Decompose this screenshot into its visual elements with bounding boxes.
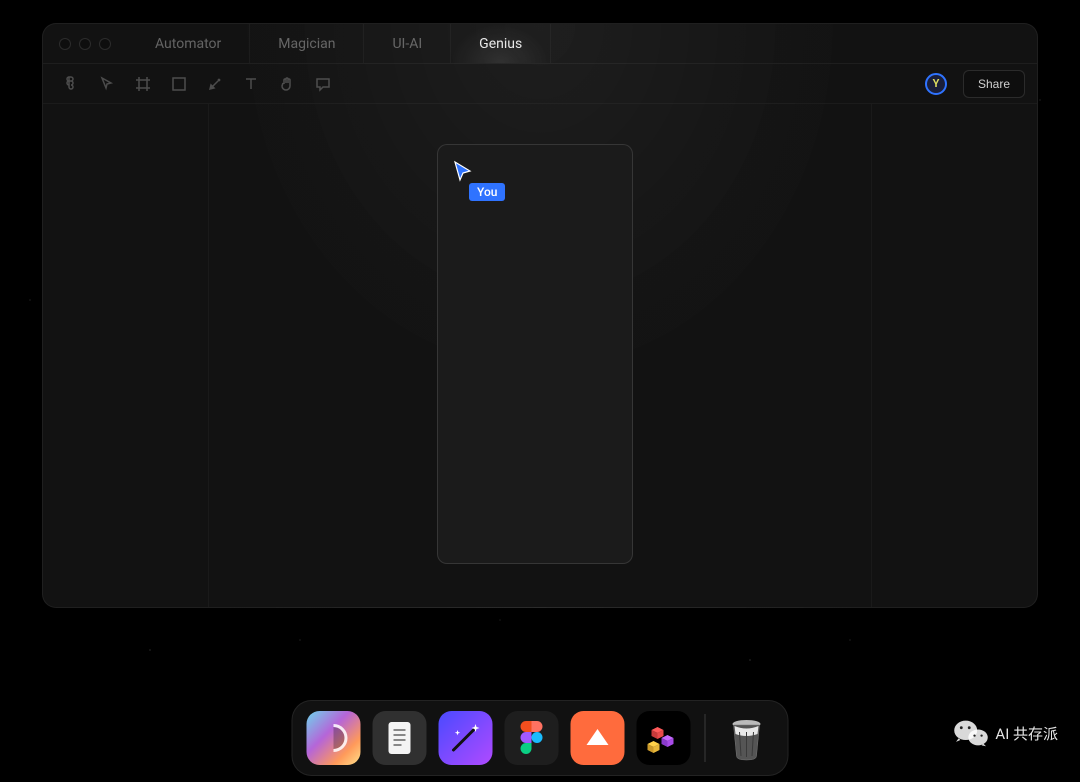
triangle-icon <box>583 723 613 753</box>
tab-automator[interactable]: Automator <box>127 24 250 63</box>
titlebar: Automator Magician UI-AI Genius <box>43 24 1037 64</box>
watermark: AI 共存派 <box>953 718 1058 748</box>
traffic-lights <box>43 38 127 50</box>
multiplayer-cursor: You <box>451 159 475 187</box>
app-window: Automator Magician UI-AI Genius <box>42 23 1038 608</box>
dock-trash[interactable] <box>720 711 774 765</box>
dock-app-triangle[interactable] <box>571 711 625 765</box>
dock-app-notes[interactable] <box>373 711 427 765</box>
close-window-button[interactable] <box>59 38 71 50</box>
tab-ui-ai[interactable]: UI-AI <box>364 24 451 63</box>
user-avatar[interactable]: Y <box>925 73 947 95</box>
hand-tool-icon[interactable] <box>271 68 303 100</box>
magic-wand-icon <box>446 718 486 758</box>
move-tool-icon[interactable] <box>91 68 123 100</box>
wechat-icon <box>953 718 989 748</box>
note-icon <box>385 720 415 756</box>
design-frame[interactable] <box>437 144 633 564</box>
cubes-icon <box>644 718 684 758</box>
dock-app-wand[interactable] <box>439 711 493 765</box>
text-tool-icon[interactable] <box>235 68 267 100</box>
figma-logo-icon[interactable] <box>55 68 87 100</box>
cursor-icon <box>451 159 475 183</box>
trash-icon <box>726 714 768 762</box>
dock-app-figma[interactable] <box>505 711 559 765</box>
maximize-window-button[interactable] <box>99 38 111 50</box>
pen-tool-icon[interactable] <box>199 68 231 100</box>
tab-bar: Automator Magician UI-AI Genius <box>127 24 551 63</box>
frame-tool-icon[interactable] <box>127 68 159 100</box>
comment-tool-icon[interactable] <box>307 68 339 100</box>
dock <box>292 700 789 776</box>
share-button[interactable]: Share <box>963 70 1025 98</box>
tab-magician[interactable]: Magician <box>250 24 364 63</box>
tab-genius[interactable]: Genius <box>451 24 551 63</box>
dock-app-cubes[interactable] <box>637 711 691 765</box>
figma-icon <box>521 721 543 755</box>
dock-app-display[interactable] <box>307 711 361 765</box>
canvas[interactable]: You <box>43 104 1037 607</box>
cursor-label: You <box>469 183 505 201</box>
watermark-text: AI 共存派 <box>995 723 1058 744</box>
minimize-window-button[interactable] <box>79 38 91 50</box>
toolbar: Y Share <box>43 64 1037 104</box>
shape-tool-icon[interactable] <box>163 68 195 100</box>
dock-divider <box>705 714 706 762</box>
